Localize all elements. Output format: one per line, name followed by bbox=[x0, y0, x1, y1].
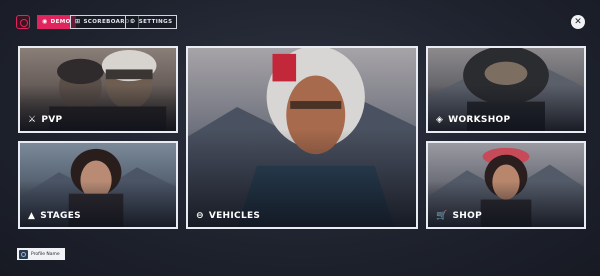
avatar bbox=[19, 249, 28, 259]
grid-icon: ⊞ bbox=[75, 18, 81, 25]
demo-icon: ◉ bbox=[42, 18, 48, 25]
players-icon: ⚔ bbox=[28, 114, 37, 125]
close-icon: ✕ bbox=[574, 17, 582, 27]
profile-name: Profile Name bbox=[31, 251, 60, 257]
pvp-text: PVP bbox=[41, 115, 63, 125]
tab-settings[interactable]: ⚙ SETTINGS bbox=[125, 15, 178, 29]
navigation-arrow-icon: ▲ bbox=[28, 210, 36, 221]
gear-icon: ⚙ bbox=[130, 18, 136, 25]
tile-vehicles[interactable]: ⊖ VEHICLES bbox=[186, 46, 418, 229]
cart-icon: 🛒 bbox=[436, 210, 448, 221]
steering-icon: ⊖ bbox=[196, 210, 204, 221]
stages-text: STAGES bbox=[40, 211, 81, 221]
close-button[interactable]: ✕ bbox=[571, 15, 585, 29]
profile-chip[interactable]: Profile Name bbox=[17, 248, 65, 260]
layers-icon: ◈ bbox=[436, 114, 444, 125]
tile-workshop[interactable]: ◈ WORKSHOP bbox=[426, 46, 586, 133]
tile-shop[interactable]: 🛒 SHOP bbox=[426, 141, 586, 229]
tile-pvp-label: ⚔ PVP bbox=[28, 115, 62, 125]
tile-stages-label: ▲ STAGES bbox=[28, 211, 81, 221]
app-logo bbox=[16, 15, 30, 29]
tile-shop-label: 🛒 SHOP bbox=[436, 211, 482, 221]
tile-vehicles-label: ⊖ VEHICLES bbox=[196, 211, 260, 221]
workshop-text: WORKSHOP bbox=[448, 115, 511, 125]
tile-stages[interactable]: ▲ STAGES bbox=[18, 141, 178, 229]
shop-text: SHOP bbox=[452, 211, 482, 221]
tab-demo-label: DEMO bbox=[50, 19, 71, 25]
tab-settings-label: SETTINGS bbox=[138, 19, 173, 25]
top-bar: ◉ DEMO ⊞ SCOREBOARDS ⚙ SETTINGS ✕ bbox=[0, 0, 600, 40]
tile-pvp[interactable]: ⚔ PVP bbox=[18, 46, 178, 133]
tile-workshop-label: ◈ WORKSHOP bbox=[436, 115, 510, 125]
vehicles-text: VEHICLES bbox=[208, 211, 261, 221]
